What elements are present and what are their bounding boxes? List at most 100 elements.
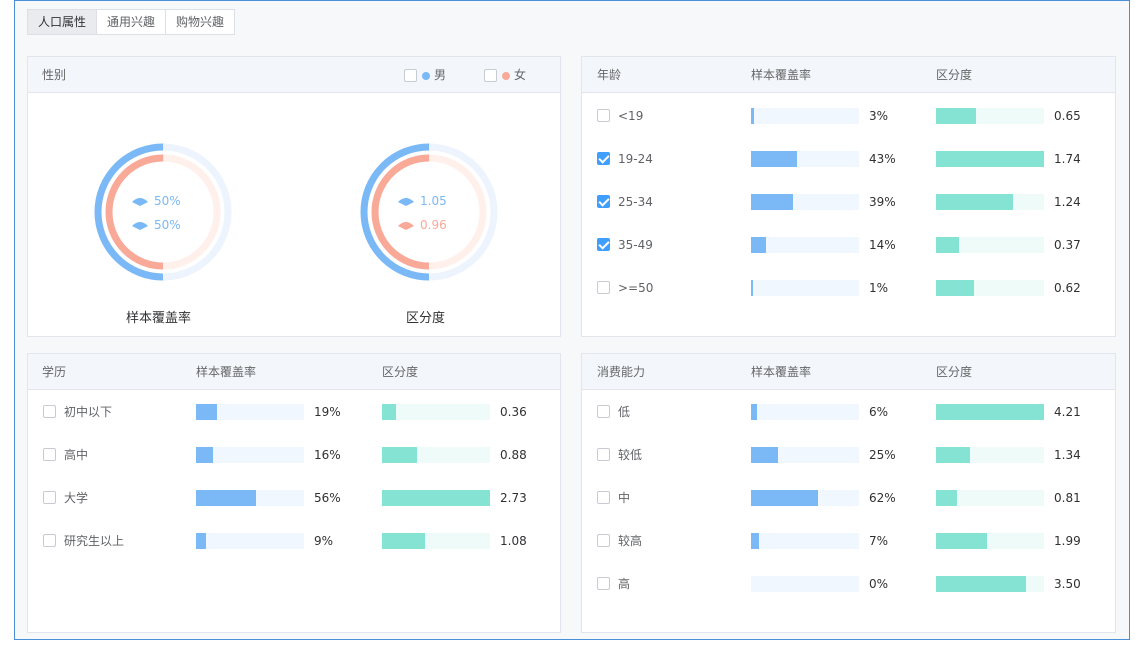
consumption-coverage-bar-fill <box>751 490 818 506</box>
consumption-header-distinction: 区分度 <box>936 365 973 379</box>
education-distinction-bar-fill <box>382 404 396 420</box>
consumption-row-checkbox[interactable] <box>597 577 610 590</box>
consumption-distinction-bar-fill <box>936 533 987 549</box>
age-coverage-bar <box>751 151 859 167</box>
age-coverage-bar <box>751 194 859 210</box>
age-row-label: 35-49 <box>618 238 653 252</box>
education-distinction-bar-fill <box>382 490 490 506</box>
tab-demographics[interactable]: 人口属性 <box>28 10 98 34</box>
legend-female-checkbox[interactable] <box>484 69 497 82</box>
age-distinction-bar-fill <box>936 151 1044 167</box>
education-coverage-bar <box>196 533 304 549</box>
consumption-distinction-value: 3.50 <box>1054 577 1081 591</box>
consumption-row[interactable]: 低 6% 4.21 <box>582 402 1115 422</box>
legend-male[interactable]: 男 <box>404 57 446 93</box>
education-row-checkbox[interactable] <box>43 405 56 418</box>
consumption-coverage-value: 25% <box>869 448 896 462</box>
age-coverage-value: 1% <box>869 281 889 295</box>
legend-female[interactable]: 女 <box>484 57 526 93</box>
education-coverage-bar-fill <box>196 404 217 420</box>
consumption-coverage-value: 0% <box>869 577 889 591</box>
education-distinction-value: 1.08 <box>500 534 527 548</box>
legend-male-checkbox[interactable] <box>404 69 417 82</box>
age-header-category: 年龄 <box>597 68 622 82</box>
age-row-checkbox[interactable] <box>597 238 610 251</box>
age-row-checkbox[interactable] <box>597 281 610 294</box>
age-row[interactable]: <19 3% 0.65 <box>582 106 1115 126</box>
female-dot-icon <box>502 71 510 80</box>
consumption-coverage-bar <box>751 490 859 506</box>
education-panel: 学历 样本覆盖率 区分度 初中以下 19% 0.36 高中 16% 0.88 大学 56% 2.… <box>27 353 561 633</box>
age-distinction-bar-fill <box>936 280 974 296</box>
consumption-distinction-bar-fill <box>936 490 957 506</box>
consumption-distinction-bar <box>936 490 1044 506</box>
consumption-row-checkbox[interactable] <box>597 405 610 418</box>
age-distinction-bar-fill <box>936 194 1013 210</box>
coverage-donut: 50% 50% <box>88 137 238 287</box>
age-row[interactable]: 35-49 14% 0.37 <box>582 235 1115 255</box>
distinction-male-value: 1.05 <box>420 194 447 208</box>
consumption-row-checkbox[interactable] <box>597 534 610 547</box>
age-header-distinction: 区分度 <box>936 68 973 82</box>
education-row[interactable]: 大学 56% 2.73 <box>28 488 560 508</box>
consumption-coverage-bar <box>751 533 859 549</box>
coverage-male-value: 50% <box>154 194 181 208</box>
consumption-row[interactable]: 较高 7% 1.99 <box>582 531 1115 551</box>
age-distinction-bar <box>936 280 1044 296</box>
age-distinction-bar-fill <box>936 237 959 253</box>
age-row-checkbox[interactable] <box>597 195 610 208</box>
consumption-distinction-value: 1.34 <box>1054 448 1081 462</box>
legend-female-label: 女 <box>514 68 527 82</box>
education-distinction-bar <box>382 490 490 506</box>
age-distinction-value: 1.74 <box>1054 152 1081 166</box>
consumption-row[interactable]: 高 0% 3.50 <box>582 574 1115 594</box>
consumption-header-category: 消费能力 <box>597 365 646 379</box>
education-row-checkbox[interactable] <box>43 534 56 547</box>
coverage-male-icon <box>132 198 148 206</box>
age-row-checkbox[interactable] <box>597 152 610 165</box>
consumption-row-checkbox[interactable] <box>597 448 610 461</box>
age-coverage-bar-fill <box>751 194 793 210</box>
education-distinction-value: 0.36 <box>500 405 527 419</box>
education-row-checkbox[interactable] <box>43 448 56 461</box>
age-row-label: 19-24 <box>618 152 653 166</box>
education-row[interactable]: 研究生以上 9% 1.08 <box>28 531 560 551</box>
age-row-label: >=50 <box>618 281 654 295</box>
tab-general-interests[interactable]: 通用兴趣 <box>97 10 167 34</box>
consumption-row[interactable]: 较低 25% 1.34 <box>582 445 1115 465</box>
age-row-checkbox[interactable] <box>597 109 610 122</box>
consumption-panel-header: 消费能力 样本覆盖率 区分度 <box>582 354 1115 390</box>
age-row[interactable]: 25-34 39% 1.24 <box>582 192 1115 212</box>
education-header-distinction: 区分度 <box>382 365 419 379</box>
age-coverage-bar-fill <box>751 151 797 167</box>
age-coverage-value: 39% <box>869 195 896 209</box>
gender-panel-header: 性别 男 女 <box>28 57 560 93</box>
education-row[interactable]: 初中以下 19% 0.36 <box>28 402 560 422</box>
consumption-distinction-value: 1.99 <box>1054 534 1081 548</box>
age-coverage-bar-fill <box>751 237 766 253</box>
tab-shopping-interests[interactable]: 购物兴趣 <box>166 10 234 34</box>
education-header-coverage: 样本覆盖率 <box>196 365 257 379</box>
consumption-row-label: 高 <box>618 577 631 591</box>
consumption-row-checkbox[interactable] <box>597 491 610 504</box>
age-coverage-value: 14% <box>869 238 896 252</box>
consumption-coverage-value: 7% <box>869 534 889 548</box>
coverage-female-icon <box>132 222 148 230</box>
education-row-checkbox[interactable] <box>43 491 56 504</box>
age-row[interactable]: >=50 1% 0.62 <box>582 278 1115 298</box>
age-row[interactable]: 19-24 43% 1.74 <box>582 149 1115 169</box>
age-panel-header: 年龄 样本覆盖率 区分度 <box>582 57 1115 93</box>
age-distinction-value: 1.24 <box>1054 195 1081 209</box>
consumption-coverage-value: 62% <box>869 491 896 505</box>
consumption-coverage-bar <box>751 576 859 592</box>
age-coverage-bar <box>751 280 859 296</box>
distinction-male-icon <box>398 198 414 206</box>
consumption-row[interactable]: 中 62% 0.81 <box>582 488 1115 508</box>
education-coverage-bar <box>196 490 304 506</box>
education-coverage-bar-fill <box>196 490 256 506</box>
education-coverage-bar <box>196 404 304 420</box>
education-row[interactable]: 高中 16% 0.88 <box>28 445 560 465</box>
education-panel-header: 学历 样本覆盖率 区分度 <box>28 354 560 390</box>
age-coverage-value: 3% <box>869 109 889 123</box>
consumption-row-label: 低 <box>618 405 631 419</box>
